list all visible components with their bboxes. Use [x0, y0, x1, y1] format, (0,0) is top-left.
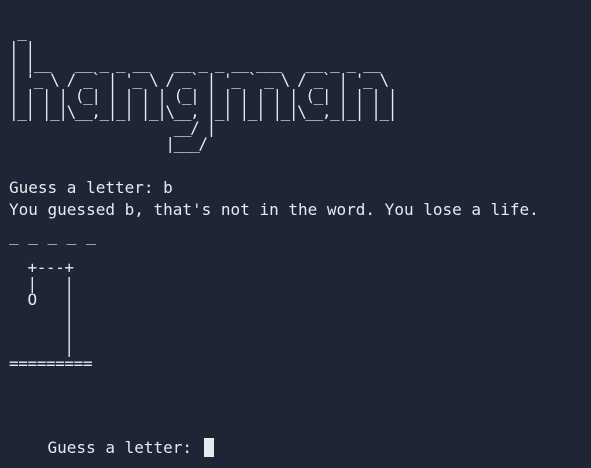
current-prompt-text: Guess a letter: [47, 438, 202, 457]
previous-prompt-line: Guess a letter: b [9, 178, 173, 197]
terminal-window[interactable]: _ | | | |__ __ _ _ __ __ _ _ __ ___ __ _… [0, 0, 591, 468]
guess-feedback-line: You guessed b, that's not in the word. Y… [9, 200, 539, 219]
hangman-ascii-banner: _ | | | |__ __ _ _ __ __ _ _ __ ___ __ _… [9, 22, 397, 153]
current-prompt-line[interactable]: Guess a letter: [9, 418, 214, 468]
text-cursor[interactable] [203, 438, 214, 457]
word-progress-line: _ _ _ _ _ [9, 226, 96, 245]
hangman-gallows-art: +---+ | | O | | | | ========= [9, 258, 93, 373]
